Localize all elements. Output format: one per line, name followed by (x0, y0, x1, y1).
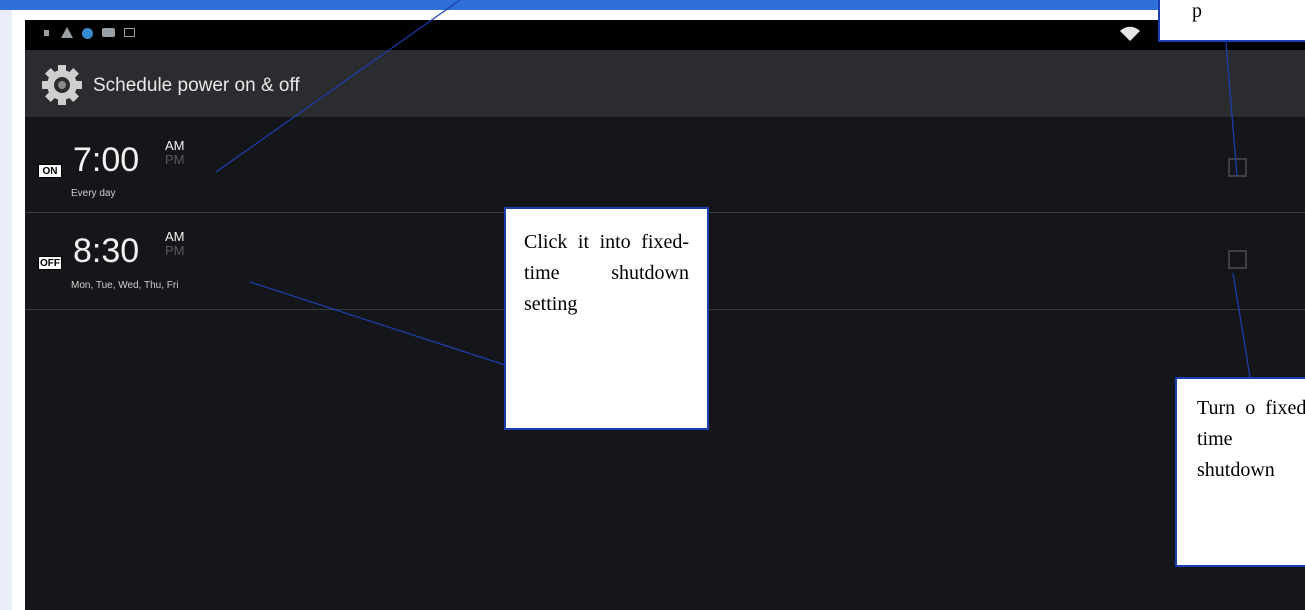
pm-label: PM (165, 152, 185, 167)
off-badge: OFF (38, 256, 62, 270)
schedule-time: 8:30 (73, 232, 140, 270)
pm-label: PM (165, 243, 185, 258)
schedule-row-power-on[interactable]: ON 7:00 AM PM Every day (25, 117, 1305, 213)
repeat-label: Mon, Tue, Wed, Thu, Fri (71, 280, 179, 291)
schedule-time: 7:00 (73, 141, 140, 179)
page-title: Schedule power on & off (93, 75, 300, 96)
action-bar: Schedule power on & off (25, 50, 1305, 117)
globe-icon (82, 28, 93, 39)
repeat-label: Every day (71, 188, 116, 199)
am-pm-indicator: AM PM (165, 230, 185, 258)
power-on-checkbox[interactable] (1228, 158, 1247, 177)
lock-icon (44, 30, 49, 36)
am-label: AM (165, 138, 185, 153)
status-bar (25, 20, 1305, 50)
gear-icon[interactable] (40, 63, 84, 107)
document-top-strip (0, 0, 1305, 10)
document-left-strip (0, 10, 12, 610)
photo-icon (124, 28, 135, 37)
warning-icon (61, 27, 73, 38)
am-pm-indicator: AM PM (165, 139, 185, 167)
on-badge: ON (38, 164, 62, 178)
power-off-checkbox[interactable] (1228, 250, 1247, 269)
callout-top-right-text: p (1192, 0, 1202, 22)
chat-icon (102, 28, 115, 37)
callout-shutdown-setting: Click it into fixed-time shutdown settin… (504, 207, 709, 430)
callout-top-right: p (1158, 0, 1305, 42)
callout-turn-on-shutdown: Turn o fixed-time shutdown (1175, 377, 1305, 567)
am-label: AM (165, 229, 185, 244)
wifi-icon (1120, 26, 1140, 41)
